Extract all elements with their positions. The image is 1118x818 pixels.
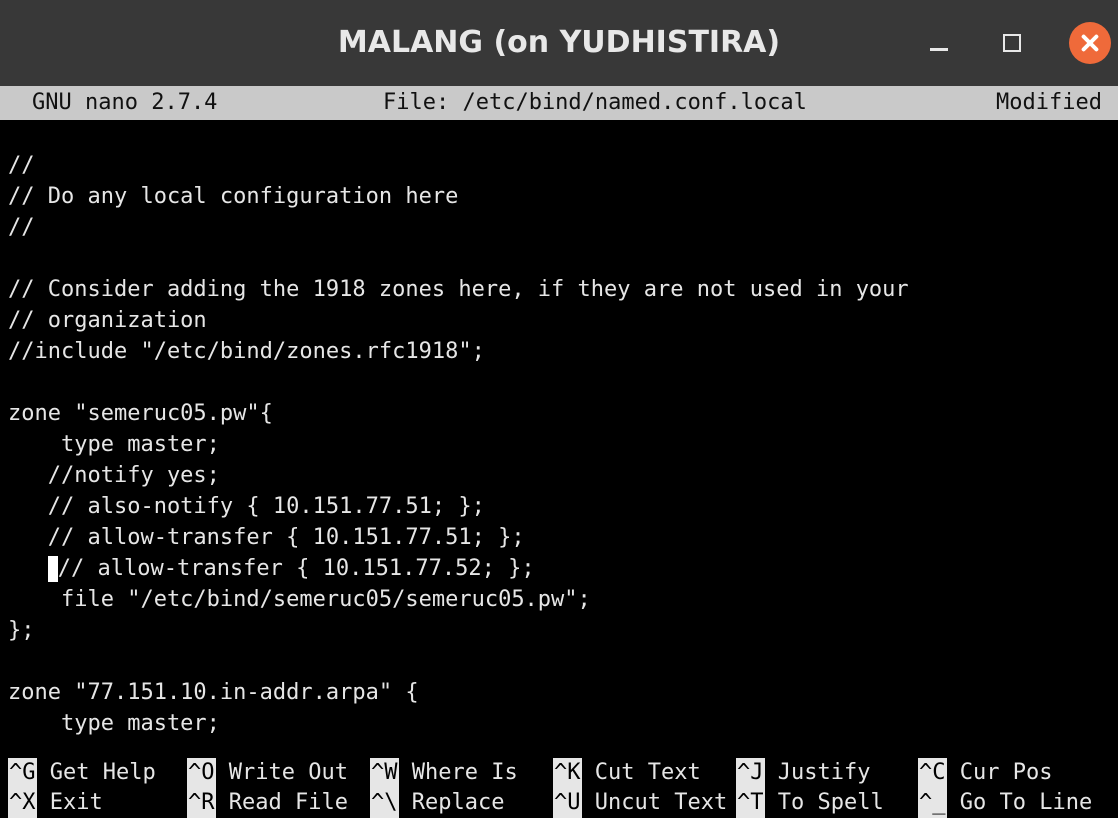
shortcut-go-to-line[interactable]: ^_ Go To Line	[918, 788, 1092, 818]
shortcut-where-is[interactable]: ^W Where Is	[370, 758, 518, 788]
editor-line[interactable]	[0, 243, 1118, 274]
shortcut-label: Read File	[228, 790, 348, 815]
shortcut-key: ^C	[918, 758, 947, 788]
shortcut-label: To Spell	[777, 790, 884, 815]
text-cursor	[47, 556, 58, 582]
shortcut-uncut-text[interactable]: ^U Uncut Text	[553, 788, 727, 818]
minimize-icon[interactable]	[918, 22, 960, 64]
shortcut-key: ^J	[736, 758, 765, 788]
shortcut-key: ^U	[553, 788, 582, 818]
shortcut-label: Cut Text	[594, 760, 701, 785]
shortcut-label: Justify	[777, 760, 871, 785]
editor-line[interactable]: // Do any local configuration here	[0, 181, 1118, 212]
editor-area[interactable]: // // Do any local configuration here //…	[0, 150, 1118, 739]
shortcut-label: Get Help	[49, 760, 156, 785]
nano-version: GNU nano 2.7.4	[32, 90, 218, 115]
modified-status: Modified	[996, 90, 1102, 115]
editor-line[interactable]: //notify yes;	[0, 460, 1118, 491]
shortcut-key: ^T	[736, 788, 765, 818]
shortcut-get-help[interactable]: ^G Get Help	[8, 758, 156, 788]
editor-line[interactable]: // organization	[0, 305, 1118, 336]
editor-line[interactable]	[0, 646, 1118, 677]
shortcut-read-file[interactable]: ^R Read File	[187, 788, 348, 818]
shortcut-cur-pos[interactable]: ^C Cur Pos	[918, 758, 1052, 788]
shortcut-label: Cur Pos	[959, 760, 1053, 785]
shortcut-key: ^O	[187, 758, 216, 788]
shortcut-key: ^X	[8, 788, 37, 818]
shortcut-key: ^W	[370, 758, 399, 788]
editor-line[interactable]: type master;	[0, 429, 1118, 460]
editor-line[interactable]: //	[0, 212, 1118, 243]
editor-line[interactable]: // allow-transfer { 10.151.77.51; };	[0, 522, 1118, 553]
editor-line[interactable]: zone "semeruc05.pw"{	[0, 398, 1118, 429]
shortcut-to-spell[interactable]: ^T To Spell	[736, 788, 884, 818]
shortcut-cut-text[interactable]: ^K Cut Text	[553, 758, 701, 788]
editor-line[interactable]: };	[0, 615, 1118, 646]
shortcut-key: ^R	[187, 788, 216, 818]
editor-line-current[interactable]: // allow-transfer { 10.151.77.52; };	[0, 553, 1118, 584]
shortcut-key: ^G	[8, 758, 37, 788]
editor-line[interactable]: file "/etc/bind/semeruc05/semeruc05.pw";	[0, 584, 1118, 615]
shortcut-label: Replace	[411, 790, 505, 815]
shortcut-exit[interactable]: ^X Exit	[8, 788, 103, 818]
shortcut-label: Write Out	[228, 760, 348, 785]
shortcut-key: ^K	[553, 758, 582, 788]
shortcut-justify[interactable]: ^J Justify	[736, 758, 870, 788]
editor-line[interactable]: //	[0, 150, 1118, 181]
editor-line[interactable]	[0, 367, 1118, 398]
editor-line-text: // allow-transfer { 10.151.77.52; };	[57, 556, 535, 581]
file-name: File: /etc/bind/named.conf.local	[383, 90, 807, 115]
editor-line[interactable]: // also-notify { 10.151.77.51; };	[0, 491, 1118, 522]
editor-line[interactable]: type master;	[0, 708, 1118, 739]
maximize-icon[interactable]	[990, 22, 1032, 64]
shortcut-key: ^_	[918, 788, 947, 818]
shortcut-label: Uncut Text	[594, 790, 728, 815]
shortcut-label: Go To Line	[959, 790, 1093, 815]
nano-header: GNU nano 2.7.4 File: /etc/bind/named.con…	[0, 86, 1118, 120]
shortcut-bar: ^G Get Help ^O Write Out ^W Where Is ^K …	[0, 758, 1118, 818]
shortcut-label: Where Is	[411, 760, 518, 785]
shortcut-write-out[interactable]: ^O Write Out	[187, 758, 348, 788]
close-icon[interactable]	[1069, 22, 1111, 64]
shortcut-replace[interactable]: ^\ Replace	[370, 788, 504, 818]
shortcut-label: Exit	[49, 790, 103, 815]
shortcut-key: ^\	[370, 788, 399, 818]
editor-line[interactable]: zone "77.151.10.in-addr.arpa" {	[0, 677, 1118, 708]
editor-line[interactable]: //include "/etc/bind/zones.rfc1918";	[0, 336, 1118, 367]
title-bar[interactable]: MALANG (on YUDHISTIRA)	[0, 0, 1118, 86]
editor-line[interactable]: // Consider adding the 1918 zones here, …	[0, 274, 1118, 305]
